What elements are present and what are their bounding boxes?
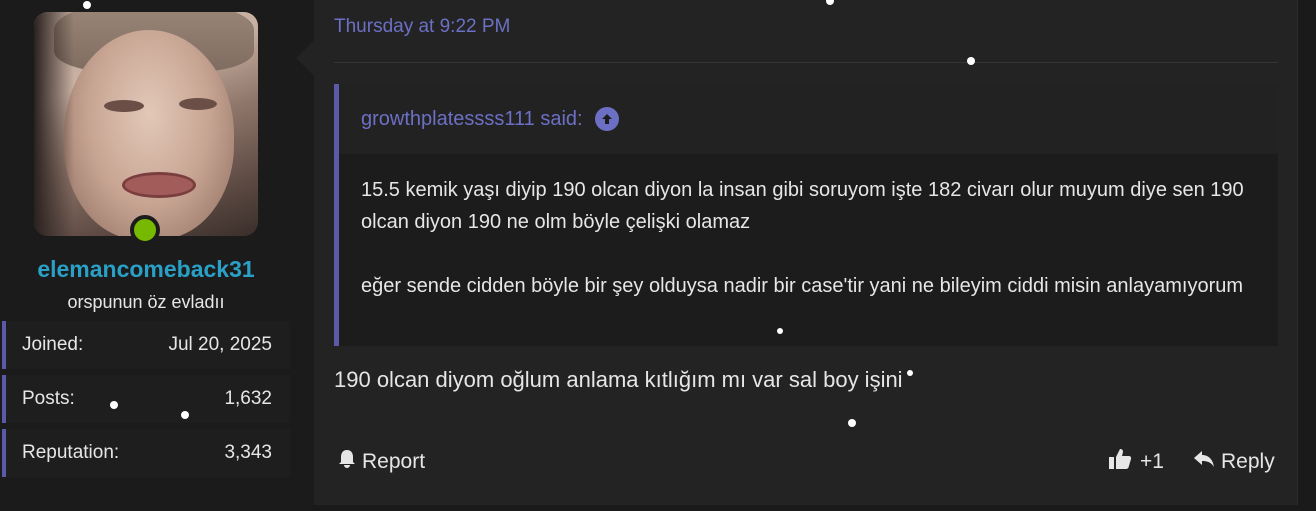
post-timestamp[interactable]: Thursday at 9:22 PM [334,16,510,38]
quote-block: growthplatessss111 said: 15.5 kemik yaşı… [334,84,1278,346]
stat-label: Joined: [22,334,84,355]
username-link[interactable]: elemancomeback31 [0,256,292,283]
report-label: Report [362,450,426,473]
thumbs-up-icon [1108,447,1132,477]
quote-body: 15.5 kemik yaşı diyip 190 olcan diyon la… [339,154,1278,322]
user-title: orspunun öz evladıı [67,292,225,312]
post-arrow [296,40,314,76]
stat-reputation: Reputation: 3,343 [2,429,290,477]
like-count: +1 [1140,450,1164,473]
stat-label: Reputation: [22,442,120,463]
jump-to-quote-icon[interactable] [594,107,619,131]
user-sidebar: elemancomeback31 orspunun öz evladıı Joi… [0,0,314,505]
post-container: elemancomeback31 orspunun öz evladıı Joi… [0,0,1298,505]
snowflake [83,1,91,9]
reply-label: Reply [1221,450,1275,473]
stat-joined: Joined: Jul 20, 2025 [2,321,290,369]
snowflake [967,57,975,65]
avatar[interactable] [34,12,258,236]
stat-value: 1,632 [224,388,272,409]
bell-icon [338,449,356,475]
stat-label: Posts: [22,388,75,409]
report-button[interactable]: Report [338,446,425,478]
reply-arrow-icon [1193,449,1215,475]
quote-paragraph: eğer sende cidden böyle bir şey olduysa … [361,275,1244,297]
snowflake [907,370,913,376]
stat-value: Jul 20, 2025 [168,334,272,355]
snowflake [777,328,783,334]
quote-author[interactable]: growthplatessss111 said: [361,108,583,131]
post-message: 190 olcan diyom oğlum anlama kıtlığım mı… [334,367,903,392]
divider [334,62,1278,63]
quote-header: growthplatessss111 said: [339,84,1278,154]
snowflake [181,411,189,419]
snowflake [110,401,118,409]
stat-value: 3,343 [224,442,272,463]
reply-button[interactable]: Reply [1193,446,1275,478]
like-button[interactable]: +1 [1108,446,1164,478]
online-status-indicator [130,215,160,245]
stat-posts: Posts: 1,632 [2,375,290,423]
snowflake [848,419,856,427]
quote-paragraph: 15.5 kemik yaşı diyip 190 olcan diyon la… [361,179,1244,233]
